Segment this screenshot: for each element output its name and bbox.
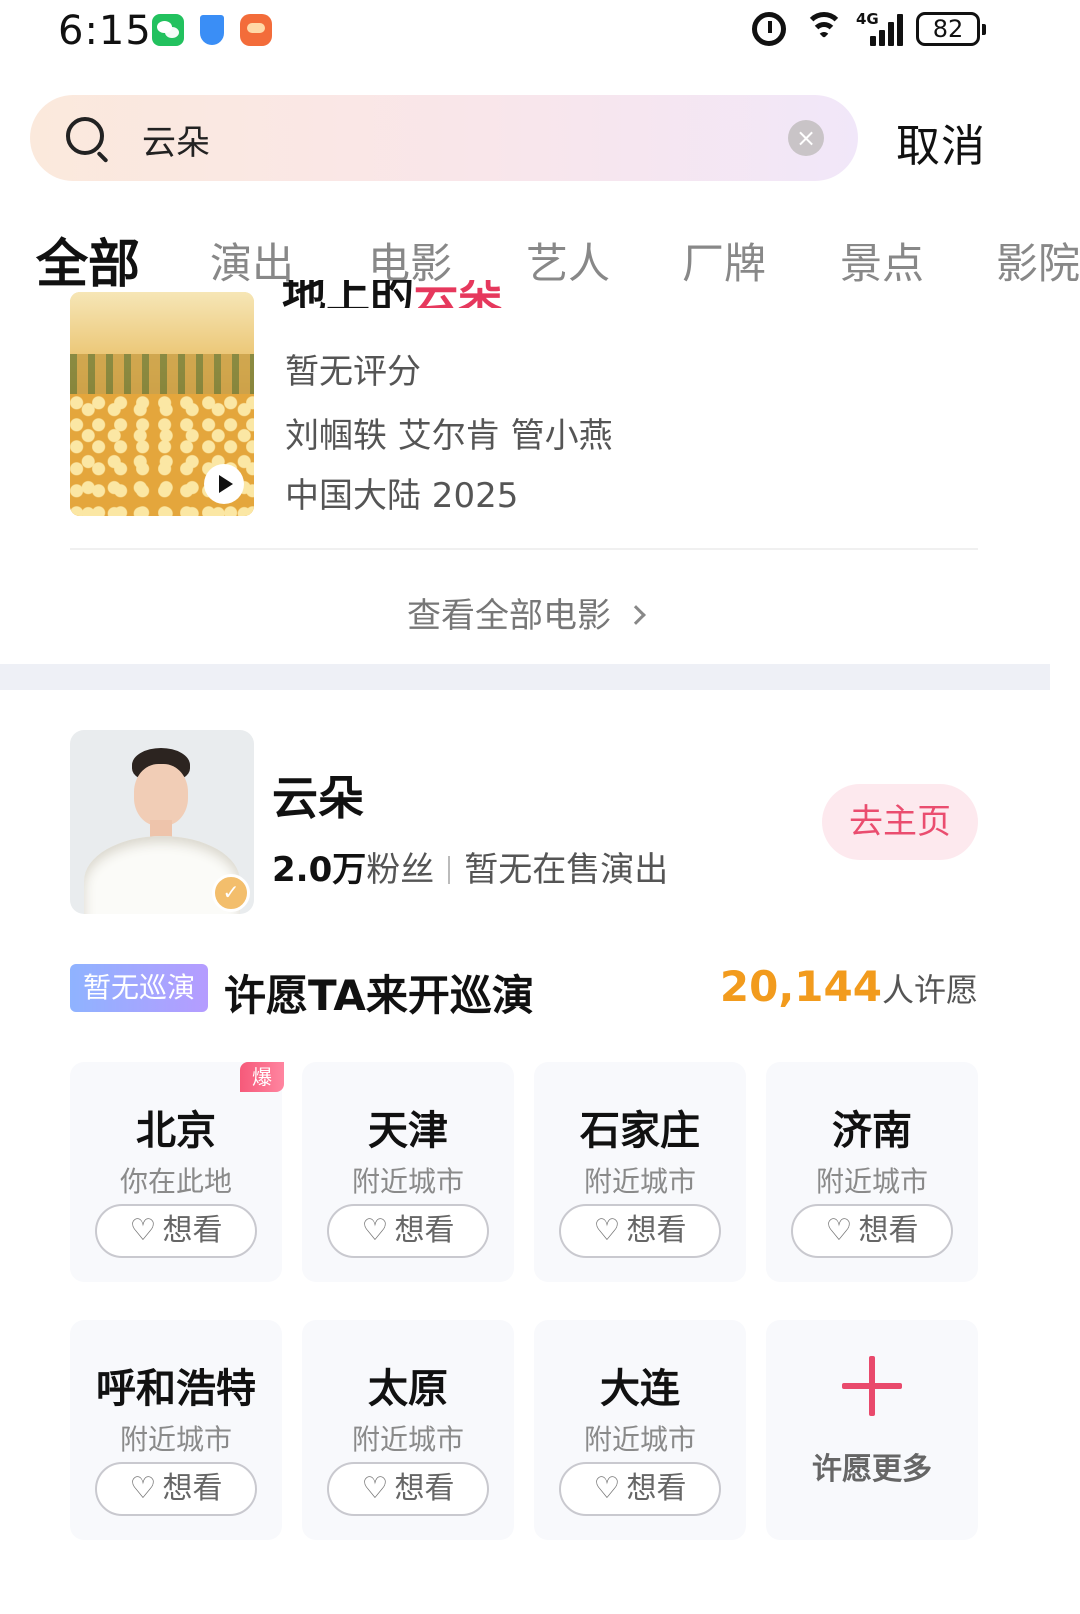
chevron-right-icon xyxy=(626,605,646,625)
city-card: 太原 附近城市 ♡ 想看 xyxy=(302,1320,514,1540)
alarm-icon xyxy=(752,12,786,46)
city-subtitle: 附近城市 xyxy=(583,1165,696,1198)
heart-plus-icon: ♡ xyxy=(593,1471,621,1506)
city-name: 石家庄 xyxy=(580,1108,700,1154)
want-label: 想看 xyxy=(394,1213,455,1248)
network-type: 4G xyxy=(856,10,879,28)
city-card: 大连 附近城市 ♡ 想看 xyxy=(534,1320,746,1540)
fans-label: 粉丝 xyxy=(366,850,435,890)
clear-icon[interactable]: × xyxy=(788,120,824,156)
wifi-icon xyxy=(802,10,846,50)
want-button[interactable]: ♡ 想看 xyxy=(327,1462,489,1516)
movie-title-highlight: 云朵 xyxy=(414,280,502,308)
city-subtitle: 附近城市 xyxy=(815,1165,928,1198)
artist-meta: 2.0万粉丝 暂无在售演出 xyxy=(272,842,668,891)
city-subtitle: 你在此地 xyxy=(119,1165,232,1198)
city-name: 济南 xyxy=(832,1108,912,1154)
city-subtitle: 附近城市 xyxy=(119,1423,232,1456)
want-button[interactable]: ♡ 想看 xyxy=(791,1204,953,1258)
want-button[interactable]: ♡ 想看 xyxy=(95,1462,257,1516)
hot-badge: 爆 xyxy=(240,1062,284,1092)
wish-count: 20,144人许愿 xyxy=(720,962,978,1011)
want-label: 想看 xyxy=(394,1471,455,1506)
search-input[interactable]: 云朵 × xyxy=(30,95,858,181)
heart-plus-icon: ♡ xyxy=(361,1471,389,1506)
plus-icon xyxy=(842,1356,902,1416)
city-name: 天津 xyxy=(368,1108,448,1154)
heart-plus-icon: ♡ xyxy=(129,1213,157,1248)
movie-region-year: 中国大陆 2025 xyxy=(285,476,519,516)
want-label: 想看 xyxy=(162,1471,223,1506)
wish-count-number: 20,144 xyxy=(719,962,882,1011)
city-name: 太原 xyxy=(368,1366,448,1412)
want-label: 想看 xyxy=(858,1213,919,1248)
tab-all[interactable]: 全部 xyxy=(36,222,140,292)
wish-count-suffix: 人许愿 xyxy=(881,971,978,1009)
signal-icon: 4G xyxy=(856,10,903,48)
city-name: 北京 xyxy=(136,1108,216,1154)
wish-more-button[interactable]: 许愿更多 xyxy=(766,1320,978,1540)
movie-rating: 暂无评分 xyxy=(285,352,421,392)
heart-plus-icon: ♡ xyxy=(593,1213,621,1248)
status-bar: 6:15 4G 82 xyxy=(0,0,1080,66)
play-icon[interactable] xyxy=(204,464,244,504)
city-subtitle: 附近城市 xyxy=(351,1165,464,1198)
cancel-button[interactable]: 取消 xyxy=(896,110,986,174)
search-icon xyxy=(66,117,104,155)
city-card: 呼和浩特 附近城市 ♡ 想看 xyxy=(70,1320,282,1540)
city-name: 大连 xyxy=(600,1366,680,1412)
heart-plus-icon: ♡ xyxy=(129,1471,157,1506)
tab-attractions[interactable]: 景点 xyxy=(840,230,924,291)
wish-more-label: 许愿更多 xyxy=(812,1452,932,1487)
tab-cinemas[interactable]: 影院 xyxy=(996,230,1080,291)
movie-title-prefix: 地上的 xyxy=(282,280,414,308)
view-all-movies-link[interactable]: 查看全部电影 xyxy=(0,588,1050,637)
artist-name[interactable]: 云朵 xyxy=(272,762,364,828)
verified-badge-icon: ✓ xyxy=(212,874,250,912)
want-button[interactable]: ♡ 想看 xyxy=(559,1462,721,1516)
view-all-movies-label: 查看全部电影 xyxy=(407,596,611,636)
city-name: 呼和浩特 xyxy=(96,1366,256,1412)
wish-title: 许愿TA来开巡演 xyxy=(224,971,534,1020)
want-button[interactable]: ♡ 想看 xyxy=(95,1204,257,1258)
fans-count: 2.0万 xyxy=(272,850,367,890)
tab-labels[interactable]: 厂牌 xyxy=(682,230,766,291)
movie-title[interactable]: 地上的云朵 xyxy=(282,280,682,308)
divider xyxy=(70,548,978,550)
heart-plus-icon: ♡ xyxy=(361,1213,389,1248)
battery-icon: 82 xyxy=(916,12,986,46)
city-card: 石家庄 附近城市 ♡ 想看 xyxy=(534,1062,746,1282)
want-label: 想看 xyxy=(626,1471,687,1506)
heart-plus-icon: ♡ xyxy=(825,1213,853,1248)
status-time: 6:15 xyxy=(58,8,152,54)
want-button[interactable]: ♡ 想看 xyxy=(327,1204,489,1258)
app-notification-icon xyxy=(240,14,272,46)
no-tour-tag: 暂无巡演 xyxy=(70,964,208,1012)
want-label: 想看 xyxy=(162,1213,223,1248)
city-card: 天津 附近城市 ♡ 想看 xyxy=(302,1062,514,1282)
shield-notification-icon xyxy=(200,15,224,45)
section-divider xyxy=(0,664,1050,690)
movie-cast: 刘帼轶 艾尔肯 管小燕 xyxy=(285,416,613,456)
search-query[interactable]: 云朵 xyxy=(142,115,210,164)
city-subtitle: 附近城市 xyxy=(583,1423,696,1456)
artist-show-status: 暂无在售演出 xyxy=(464,850,669,890)
want-button[interactable]: ♡ 想看 xyxy=(559,1204,721,1258)
city-card: 北京 你在此地 ♡ 想看 xyxy=(70,1062,282,1282)
go-homepage-button[interactable]: 去主页 xyxy=(822,784,978,860)
want-label: 想看 xyxy=(626,1213,687,1248)
city-subtitle: 附近城市 xyxy=(351,1423,464,1456)
city-card: 济南 附近城市 ♡ 想看 xyxy=(766,1062,978,1282)
wechat-notification-icon xyxy=(152,14,184,46)
